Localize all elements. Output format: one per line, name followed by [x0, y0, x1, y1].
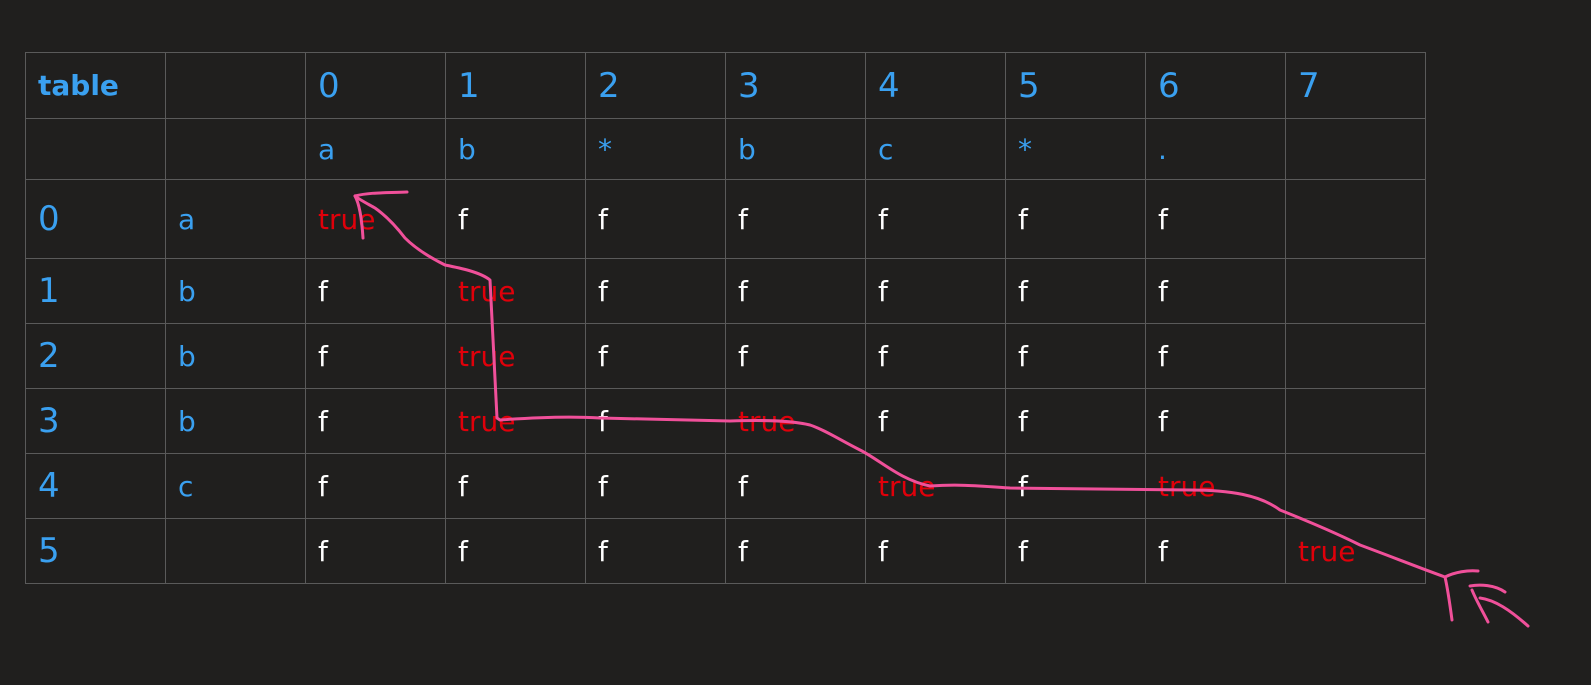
dp-cell: f — [1005, 323, 1146, 389]
dp-cell: f — [865, 258, 1006, 324]
dp-table: table 0 1 2 3 4 5 6 7 a b * b c * . 0 a tr… — [25, 52, 1426, 584]
pattern-char-1: b — [445, 118, 586, 180]
pattern-char-4: c — [865, 118, 1006, 180]
table-row: 0 a true f f f f f f — [25, 179, 1426, 259]
col-index-7: 7 — [1285, 52, 1426, 119]
row-char: b — [165, 388, 306, 454]
col-index-4: 4 — [865, 52, 1006, 119]
dp-cell: f — [865, 388, 1006, 454]
row-index: 4 — [25, 453, 166, 519]
dp-cell — [1285, 258, 1426, 324]
pattern-char-5: * — [1005, 118, 1146, 180]
pattern-char-2: * — [585, 118, 726, 180]
dp-cell: f — [1145, 518, 1286, 584]
dp-cell: f — [865, 518, 1006, 584]
dp-cell: f — [445, 179, 586, 259]
dp-cell-true: true — [1285, 518, 1426, 584]
dp-cell-true: true — [305, 179, 446, 259]
dp-cell: f — [1005, 518, 1146, 584]
dp-cell: f — [1145, 258, 1286, 324]
row-char: a — [165, 179, 306, 259]
pattern-char-6: . — [1145, 118, 1286, 180]
dp-cell: f — [585, 453, 726, 519]
dp-cell-true: true — [725, 388, 866, 454]
dp-cell: f — [865, 179, 1006, 259]
pattern-char-7 — [1285, 118, 1426, 180]
dp-cell: f — [1005, 453, 1146, 519]
row-index: 5 — [25, 518, 166, 584]
col-index-6: 6 — [1145, 52, 1286, 119]
dp-cell: f — [1145, 388, 1286, 454]
dp-cell — [1285, 388, 1426, 454]
dp-cell: f — [725, 179, 866, 259]
dp-cell: f — [1005, 258, 1146, 324]
dp-cell: f — [725, 453, 866, 519]
table-row: 2 b f true f f f f f — [25, 323, 1426, 389]
dp-cell: f — [585, 258, 726, 324]
dp-cell: f — [1005, 388, 1146, 454]
row-index: 1 — [25, 258, 166, 324]
dp-cell: f — [865, 323, 1006, 389]
row-char: b — [165, 323, 306, 389]
dp-cell — [1285, 179, 1426, 259]
col-index-1: 1 — [445, 52, 586, 119]
dp-cell — [1285, 323, 1426, 389]
empty-pattern-cell — [25, 118, 166, 180]
dp-cell: f — [585, 323, 726, 389]
dp-cell-true: true — [445, 258, 586, 324]
dp-cell: f — [445, 453, 586, 519]
empty-header-cell — [165, 52, 306, 119]
col-index-3: 3 — [725, 52, 866, 119]
dp-cell: f — [305, 453, 446, 519]
dp-cell: f — [1145, 323, 1286, 389]
col-index-5: 5 — [1005, 52, 1146, 119]
dp-cell-true: true — [445, 323, 586, 389]
dp-cell: f — [1005, 179, 1146, 259]
pattern-char-0: a — [305, 118, 446, 180]
col-index-2: 2 — [585, 52, 726, 119]
column-index-row: table 0 1 2 3 4 5 6 7 — [25, 52, 1426, 119]
dp-cell: f — [305, 258, 446, 324]
dp-cell: f — [725, 323, 866, 389]
dp-cell — [1285, 453, 1426, 519]
dp-cell: f — [305, 323, 446, 389]
table-row: 5 f f f f f f f true — [25, 518, 1426, 584]
row-index: 2 — [25, 323, 166, 389]
dp-cell: f — [725, 518, 866, 584]
dp-cell: f — [725, 258, 866, 324]
dp-cell: f — [305, 518, 446, 584]
table-title: table — [25, 52, 166, 119]
dp-cell: f — [1145, 179, 1286, 259]
row-index: 0 — [25, 179, 166, 259]
row-char: b — [165, 258, 306, 324]
arrowhead-end-scribble — [1443, 569, 1530, 628]
row-char — [165, 518, 306, 584]
dp-cell: f — [305, 388, 446, 454]
dp-cell-true: true — [865, 453, 1006, 519]
pattern-char-row: a b * b c * . — [25, 118, 1426, 180]
table-row: 3 b f true f true f f f — [25, 388, 1426, 454]
dp-cell-true: true — [1145, 453, 1286, 519]
empty-pattern-cell — [165, 118, 306, 180]
row-char: c — [165, 453, 306, 519]
dp-cell: f — [585, 388, 726, 454]
dp-cell-true: true — [445, 388, 586, 454]
table-row: 4 c f f f f true f true — [25, 453, 1426, 519]
dp-cell: f — [585, 518, 726, 584]
dp-cell: f — [445, 518, 586, 584]
table-row: 1 b f true f f f f f — [25, 258, 1426, 324]
dp-cell: f — [585, 179, 726, 259]
row-index: 3 — [25, 388, 166, 454]
pattern-char-3: b — [725, 118, 866, 180]
col-index-0: 0 — [305, 52, 446, 119]
